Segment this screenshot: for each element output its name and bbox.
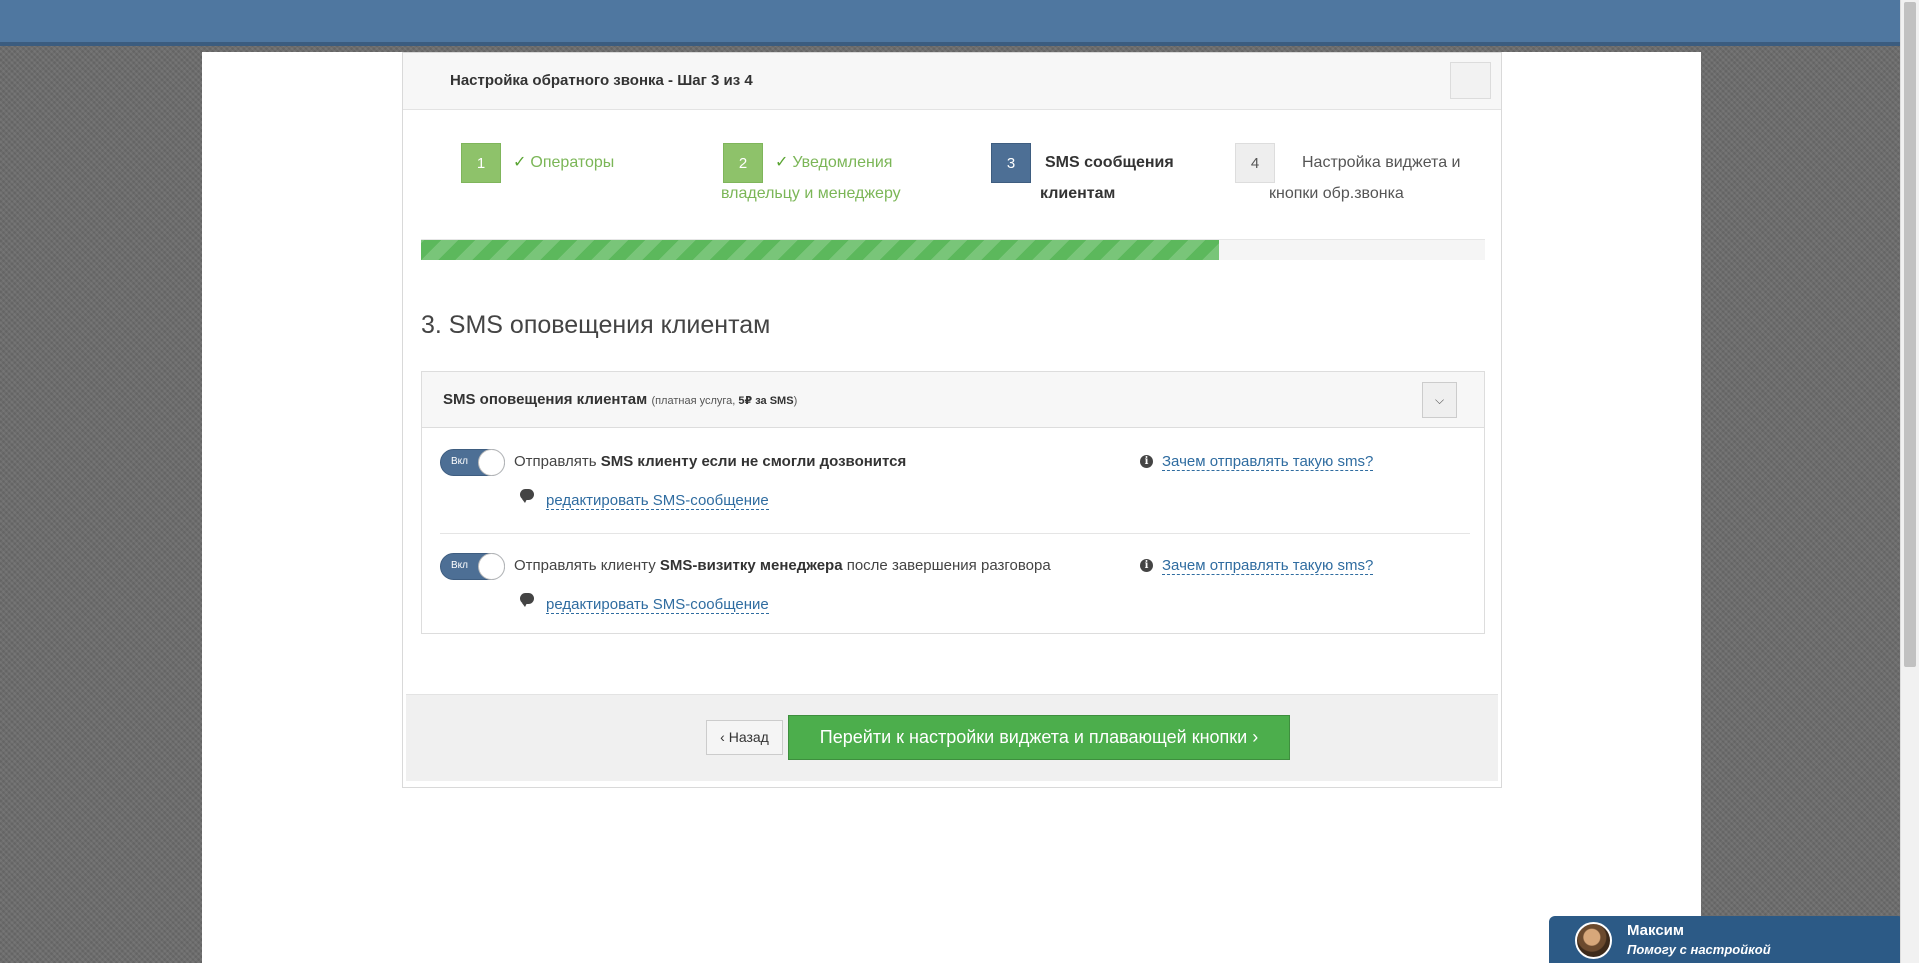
- toggle-label: Вкл: [451, 456, 468, 467]
- sms-settings-panel: SMS оповещения клиентам (платная услуга,…: [421, 371, 1485, 634]
- why-sms-link[interactable]: Зачем отправлять такую sms?: [1162, 453, 1374, 471]
- sms-option-row: Вкл Отправлять SMS клиенту если не смогл…: [440, 429, 1470, 533]
- step-label-line1: SMS сообщения: [1045, 154, 1174, 171]
- progress-fill: [421, 240, 1219, 260]
- chat-widget[interactable]: Максим Помогу с настройкой: [1549, 916, 1904, 963]
- info-icon: i: [1140, 455, 1153, 468]
- panel-title: SMS оповещения клиентам: [443, 391, 648, 408]
- step-label-line1: Настройка виджета и: [1302, 154, 1461, 171]
- collapse-button[interactable]: ⌵: [1422, 382, 1457, 418]
- step-label-line1: Уведомления: [792, 154, 893, 171]
- step-number: 4: [1235, 143, 1275, 183]
- modal-header: Настройка обратного звонка - Шаг 3 из 4: [403, 53, 1501, 110]
- step-label: Операторы: [530, 154, 615, 171]
- price-note: (платная услуга, 5₽ за SMS): [651, 395, 798, 407]
- avatar: [1575, 922, 1612, 959]
- edit-sms-link[interactable]: редактировать SMS-сообщение: [546, 596, 769, 614]
- check-icon: ✓: [513, 154, 527, 171]
- step-number: 3: [991, 143, 1031, 183]
- step-label-line2: владельцу и менеджеру: [721, 185, 901, 202]
- page-container: Настройка обратного звонка - Шаг 3 из 4 …: [202, 52, 1701, 963]
- chat-agent-name: Максим: [1627, 922, 1684, 939]
- why-sms-link[interactable]: Зачем отправлять такую sms?: [1162, 557, 1374, 575]
- wizard-steps: 1 ✓ Операторы 2 ✓ Уведомления владельцу и …: [403, 110, 1501, 310]
- enable-toggle[interactable]: Вкл: [440, 449, 505, 476]
- check-icon: ✓: [775, 154, 789, 171]
- toggle-knob: [478, 553, 505, 580]
- setup-wizard-modal: Настройка обратного звонка - Шаг 3 из 4 …: [402, 52, 1502, 788]
- option-description: Отправлять SMS клиенту если не смогли до…: [514, 453, 907, 470]
- panel-header: SMS оповещения клиентам (платная услуга,…: [422, 372, 1484, 428]
- step-label-line2: клиентам: [1040, 185, 1116, 202]
- toggle-knob: [478, 449, 505, 476]
- toggle-label: Вкл: [451, 560, 468, 571]
- chat-agent-subtitle: Помогу с настройкой: [1627, 942, 1771, 957]
- modal-footer: ‹ Назад Перейти к настройки виджета и пл…: [406, 694, 1498, 781]
- wizard-progress-bar: [421, 239, 1485, 260]
- step-number: 1: [461, 143, 501, 183]
- edit-sms-link[interactable]: редактировать SMS-сообщение: [546, 492, 769, 510]
- back-button[interactable]: ‹ Назад: [706, 720, 783, 755]
- sms-option-row: Вкл Отправлять клиенту SMS-визитку менед…: [440, 533, 1470, 637]
- close-button[interactable]: [1450, 62, 1491, 99]
- top-navigation-bar: [0, 0, 1900, 46]
- step-number: 2: [723, 143, 763, 183]
- enable-toggle[interactable]: Вкл: [440, 553, 505, 580]
- next-step-button[interactable]: Перейти к настройки виджета и плавающей …: [788, 715, 1290, 760]
- step-label-line2: кнопки обр.звонка: [1269, 185, 1404, 202]
- section-title: 3. SMS оповещения клиентам: [421, 311, 771, 339]
- chevron-down-icon: ⌵: [1434, 393, 1445, 407]
- option-description: Отправлять клиенту SMS-визитку менеджера…: [514, 557, 1051, 574]
- comment-icon: [520, 489, 534, 503]
- info-icon: i: [1140, 559, 1153, 572]
- comment-icon: [520, 593, 534, 607]
- modal-title: Настройка обратного звонка - Шаг 3 из 4: [450, 72, 753, 89]
- scrollbar[interactable]: [1900, 0, 1919, 963]
- scrollbar-thumb[interactable]: [1904, 2, 1916, 667]
